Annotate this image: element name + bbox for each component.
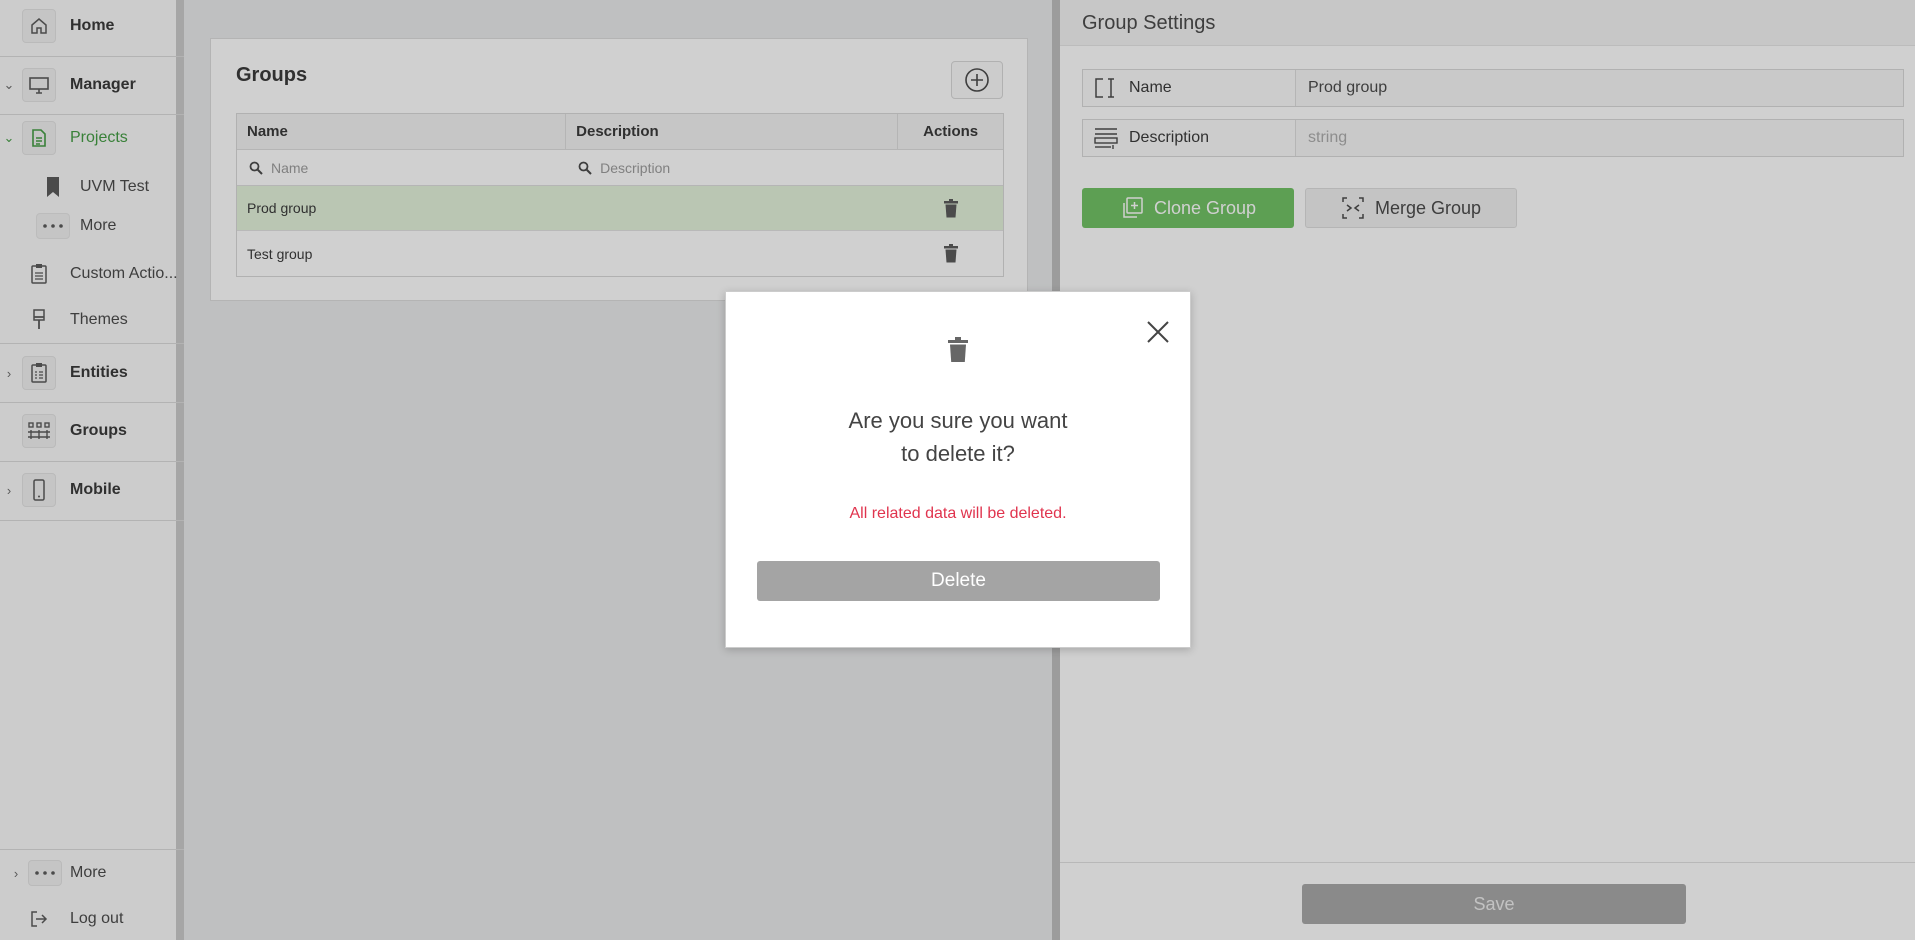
close-button[interactable] <box>1144 318 1172 346</box>
delete-button[interactable]: Delete <box>757 561 1160 601</box>
trash-icon <box>947 337 969 368</box>
delete-confirm-dialog: Are you sure you want to delete it? All … <box>725 291 1191 648</box>
confirm-question-line1: Are you sure you want <box>848 408 1068 433</box>
confirm-question-line2: to delete it? <box>901 441 1015 466</box>
confirm-question: Are you sure you want to delete it? <box>726 404 1190 470</box>
close-icon <box>1147 321 1169 343</box>
delete-warning: All related data will be deleted. <box>849 505 1067 522</box>
